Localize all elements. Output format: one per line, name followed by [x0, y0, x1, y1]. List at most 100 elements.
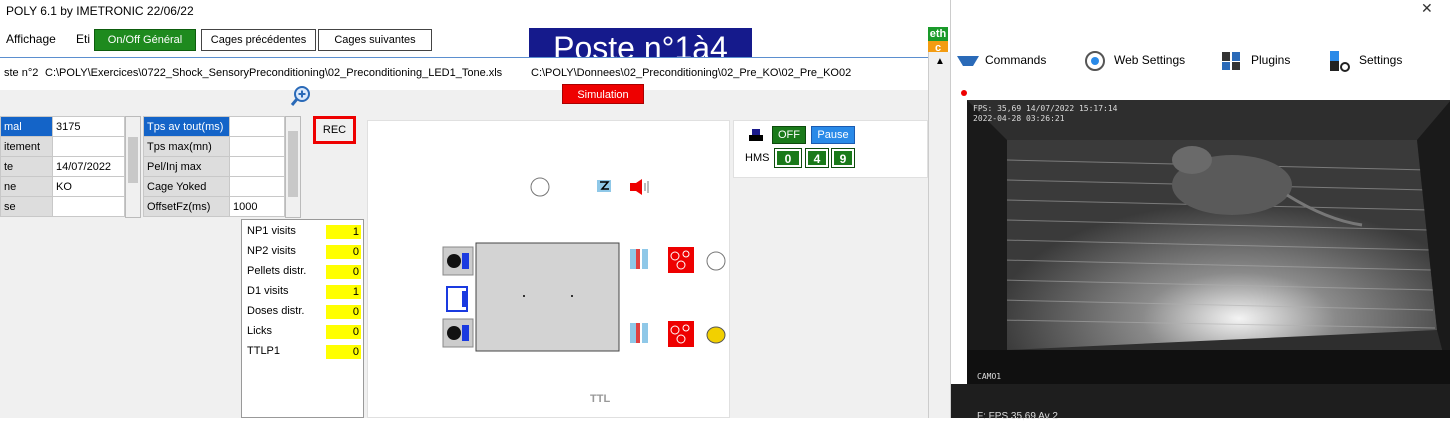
- counter-value: 1: [326, 225, 361, 239]
- counter-row: Licks 0: [242, 322, 364, 342]
- table-row[interactable]: ne KO: [0, 176, 125, 197]
- grid-label: se: [0, 196, 53, 217]
- web-settings-icon: [1085, 51, 1105, 71]
- scroll-up-icon[interactable]: ▲: [935, 56, 945, 67]
- commands-menu[interactable]: Commands: [985, 53, 1046, 67]
- next-cages-button[interactable]: Cages suivantes: [318, 29, 432, 51]
- counter-row: Pellets distr. 0: [242, 262, 364, 282]
- scroll-thumb[interactable]: [128, 137, 138, 183]
- grid2-scrollbar[interactable]: [285, 116, 301, 218]
- counter-row: D1 visits 1: [242, 282, 364, 302]
- grid-value[interactable]: [229, 116, 285, 137]
- session-control-panel: OFF Pause HMS 0 4 9: [733, 120, 928, 178]
- table-row[interactable]: Tps max(mn): [143, 136, 285, 157]
- table-row[interactable]: Pel/Inj max: [143, 156, 285, 177]
- grid-value[interactable]: [229, 136, 285, 157]
- grid-label: ne: [0, 176, 53, 197]
- counter-value: 0: [326, 245, 361, 259]
- table-row[interactable]: Cage Yoked: [143, 176, 285, 197]
- scroll-thumb[interactable]: [288, 131, 298, 197]
- grid-value[interactable]: KO: [52, 176, 125, 197]
- cue-light-1-icon: [706, 251, 726, 271]
- grid-value[interactable]: [229, 176, 285, 197]
- simulation-button[interactable]: Simulation: [562, 84, 644, 104]
- grid1-scrollbar[interactable]: [125, 116, 141, 218]
- feeder-icon: [446, 286, 468, 312]
- window-title: POLY 6.1 by IMETRONIC 22/06/22: [6, 4, 194, 18]
- viewer-toolbar: Commands Web Settings Plugins Settings: [951, 42, 1450, 80]
- grid-label: mal: [0, 116, 53, 137]
- grid-value[interactable]: [52, 196, 125, 217]
- liquid-dispenser-icon: [668, 321, 694, 347]
- station-label: ste n°2: [4, 67, 39, 79]
- zoom-in-icon[interactable]: [290, 85, 312, 107]
- grid-label: itement: [0, 136, 53, 157]
- off-button[interactable]: OFF: [772, 126, 806, 144]
- counter-value: 0: [326, 305, 361, 319]
- web-settings-menu[interactable]: Web Settings: [1114, 53, 1185, 67]
- grid-value[interactable]: 1000: [229, 196, 285, 217]
- nosepoke-2-icon: [442, 318, 474, 348]
- minutes-display: 4: [805, 148, 829, 168]
- dispenser-1-icon: [630, 249, 648, 269]
- main-scrollbar[interactable]: ▲: [928, 52, 950, 418]
- title-bar: POLY 6.1 by IMETRONIC 22/06/22: [0, 0, 930, 24]
- camera-label: CAMO1: [977, 372, 1002, 381]
- lever-icon: [749, 129, 763, 141]
- grid-value[interactable]: 14/07/2022: [52, 156, 125, 177]
- eth-label: eth: [928, 27, 948, 41]
- grid-value[interactable]: [229, 156, 285, 177]
- record-button[interactable]: REC: [313, 116, 356, 144]
- video-footer-text: F: FPS 35,69 Av 2: [977, 411, 1058, 422]
- cage-diagram: TTL: [367, 120, 730, 418]
- counter-label: Doses distr.: [247, 305, 305, 317]
- counter-value: 0: [326, 265, 361, 279]
- table-row[interactable]: Tps av tout(ms): [143, 116, 285, 137]
- nosepoke-1-icon: [442, 246, 474, 276]
- counter-row: NP1 visits 1: [242, 222, 364, 242]
- plugins-menu[interactable]: Plugins: [1251, 53, 1290, 67]
- plugins-icon: [1222, 52, 1240, 70]
- shock-icon: [597, 180, 611, 192]
- counter-label: D1 visits: [247, 285, 289, 297]
- settings-menu[interactable]: Settings: [1359, 53, 1402, 67]
- counter-label: NP2 visits: [247, 245, 296, 257]
- commands-icon: [957, 56, 979, 66]
- cage-diagram-graphic: [442, 177, 726, 352]
- timing-parameters-grid: Tps av tout(ms) Tps max(mn) Pel/Inj max …: [143, 116, 285, 217]
- hours-display: 0: [774, 148, 802, 168]
- counters-panel: NP1 visits 1 NP2 visits 0 Pellets distr. 0 …: [241, 219, 364, 418]
- poly-app-window: POLY 6.1 by IMETRONIC 22/06/22 Affichage…: [0, 0, 950, 418]
- grid-value[interactable]: [52, 136, 125, 157]
- close-icon[interactable]: ✕: [1421, 0, 1441, 20]
- table-row[interactable]: OffsetFz(ms) 1000: [143, 196, 285, 217]
- table-row[interactable]: itement: [0, 136, 125, 157]
- counter-label: NP1 visits: [247, 225, 296, 237]
- table-row[interactable]: te 14/07/2022: [0, 156, 125, 177]
- dispenser-2-icon: [630, 323, 648, 343]
- ttl-label: TTL: [590, 393, 611, 405]
- counter-label: Licks: [247, 325, 273, 337]
- grid-label: Pel/Inj max: [143, 156, 230, 177]
- grid-label: Tps max(mn): [143, 136, 230, 157]
- table-row[interactable]: se: [0, 196, 125, 217]
- previous-cages-button[interactable]: Cages précédentes: [201, 29, 316, 51]
- speaker-icon: [630, 179, 649, 195]
- grid-value[interactable]: 3175: [52, 116, 125, 137]
- camera-video-feed: FPS: 35,69 14/07/2022 15:17:14 2022-04-2…: [967, 100, 1450, 384]
- table-row[interactable]: mal 3175: [0, 116, 125, 137]
- counter-row: Doses distr. 0: [242, 302, 364, 322]
- counter-value: 0: [326, 325, 361, 339]
- onoff-general-button[interactable]: On/Off Général: [94, 29, 196, 51]
- counter-value: 1: [326, 285, 361, 299]
- menu-affichage[interactable]: Affichage: [6, 32, 56, 46]
- settings-icon: [1330, 51, 1350, 72]
- camera-viewer-window: ✕ Commands Web Settings Plugins Settings: [950, 0, 1450, 422]
- counter-value: 0: [326, 345, 361, 359]
- menu-etiquettes[interactable]: Eti: [76, 32, 90, 46]
- cue-light-2-icon: [706, 326, 726, 344]
- counter-row: TTLP1 0: [242, 342, 364, 362]
- grid-label: Cage Yoked: [143, 176, 230, 197]
- pause-button[interactable]: Pause: [811, 126, 855, 144]
- grid-label: OffsetFz(ms): [143, 196, 230, 217]
